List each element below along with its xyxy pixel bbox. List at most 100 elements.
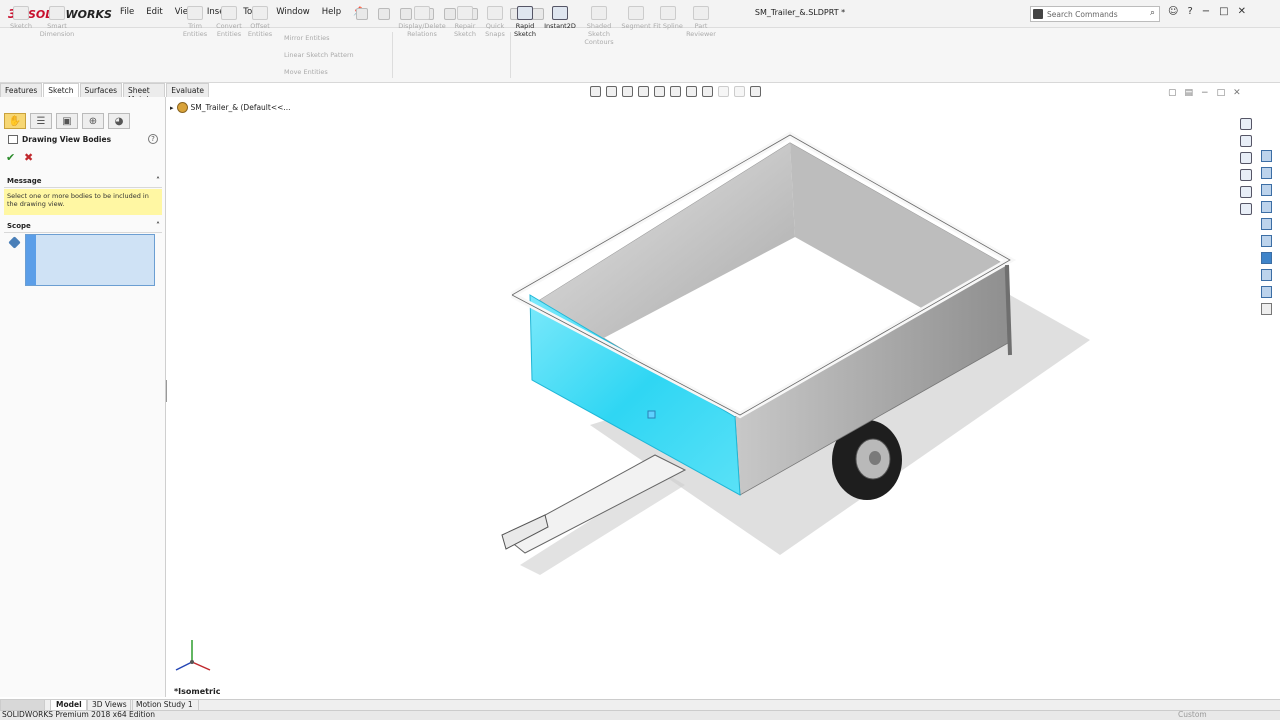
- appearances-icon[interactable]: [1240, 186, 1252, 198]
- instant2d-icon: [552, 6, 568, 20]
- display-style-icon[interactable]: [686, 86, 697, 97]
- display-delete-relations-button[interactable]: Display/Delete Relations: [396, 6, 448, 38]
- hide-show-items-icon[interactable]: [702, 86, 713, 97]
- document-title: SM_Trailer_&.SLDPRT *: [754, 8, 846, 17]
- message-group-header[interactable]: Message ˄: [4, 176, 162, 188]
- previous-view-icon[interactable]: [622, 86, 633, 97]
- part-reviewer-icon: [693, 6, 709, 20]
- view-orientation-icon[interactable]: [670, 86, 681, 97]
- configuration-manager-tab-icon[interactable]: ▣: [56, 113, 78, 129]
- top-view-icon[interactable]: [1261, 218, 1272, 230]
- restore-icon[interactable]: □: [1219, 6, 1228, 17]
- apply-scene-icon[interactable]: [734, 86, 745, 97]
- linear-sketch-pattern-button[interactable]: Linear Sketch Pattern: [284, 51, 354, 59]
- flyout-feature-tree[interactable]: ▸ SM_Trailer_& (Default<<...: [170, 102, 291, 113]
- left-view-icon[interactable]: [1261, 184, 1272, 196]
- front-view-icon[interactable]: [1261, 150, 1272, 162]
- tab-evaluate[interactable]: Evaluate: [166, 83, 209, 97]
- tab-surfaces[interactable]: Surfaces: [79, 83, 123, 97]
- fit-spline-icon: [660, 6, 676, 20]
- search-commands-input[interactable]: Search Commands ⌕: [1030, 6, 1160, 22]
- viewport-controls: ▢ ▤ − □ ✕: [1168, 88, 1241, 98]
- menu-window[interactable]: Window: [276, 7, 310, 17]
- section-view-icon[interactable]: [638, 86, 649, 97]
- edit-appearance-icon[interactable]: [718, 86, 729, 97]
- smart-dimension-button[interactable]: Smart Dimension: [38, 6, 76, 38]
- file-explorer-icon[interactable]: [1240, 152, 1252, 164]
- menu-help[interactable]: Help: [322, 7, 341, 17]
- tab-features[interactable]: Features: [0, 83, 43, 97]
- heads-up-view-toolbar: [590, 86, 761, 97]
- tab-sheet-metal[interactable]: Sheet Metal: [123, 83, 166, 104]
- segment-icon: [628, 6, 644, 20]
- menu-edit[interactable]: Edit: [146, 7, 162, 17]
- tile-icon[interactable]: ▢: [1168, 88, 1177, 98]
- back-view-icon[interactable]: [1261, 167, 1272, 179]
- view-orientation-label: *Isometric: [174, 687, 221, 696]
- pin-view-icon[interactable]: [1261, 303, 1272, 315]
- offset-entities-button[interactable]: Offset Entities: [241, 6, 279, 38]
- view-settings-icon[interactable]: [750, 86, 761, 97]
- zoom-to-fit-icon[interactable]: [590, 86, 601, 97]
- collapse-chevron-icon[interactable]: ˄: [156, 221, 160, 230]
- pm-help-icon[interactable]: ?: [148, 134, 158, 144]
- solidworks-resources-icon[interactable]: [1240, 118, 1252, 130]
- unit-system-menu[interactable]: Custom: [1178, 710, 1207, 720]
- message-box: Select one or more bodies to be included…: [4, 189, 162, 215]
- dimxpert-tab-icon[interactable]: ⊕: [82, 113, 104, 129]
- minimize-icon[interactable]: −: [1202, 6, 1210, 17]
- move-entities-button[interactable]: Move Entities: [284, 68, 328, 76]
- ok-checkmark-button[interactable]: ✔: [6, 151, 15, 164]
- sketch-tool-button[interactable]: Sketch: [2, 6, 40, 30]
- search-type-icon[interactable]: [1033, 9, 1043, 19]
- viewport-close-icon[interactable]: ✕: [1233, 88, 1241, 98]
- part-reviewer-button[interactable]: Part Reviewer: [682, 6, 720, 38]
- rapid-sketch-button[interactable]: Rapid Sketch: [506, 6, 544, 38]
- dynamic-annotation-icon[interactable]: [654, 86, 665, 97]
- home-icon[interactable]: [356, 8, 368, 20]
- right-view-icon[interactable]: [1261, 201, 1272, 213]
- repair-sketch-icon: [457, 6, 473, 20]
- shaded-sketch-contours-button[interactable]: Shaded Sketch Contours: [580, 6, 618, 46]
- bodies-selection-box[interactable]: [25, 234, 155, 286]
- bottom-view-icon[interactable]: [1261, 235, 1272, 247]
- close-icon[interactable]: ✕: [1238, 6, 1246, 17]
- new-document-icon[interactable]: [378, 8, 390, 20]
- trimetric-view-icon[interactable]: [1261, 269, 1272, 281]
- cancel-x-button[interactable]: ✖: [24, 151, 33, 164]
- help-icon[interactable]: ?: [1187, 6, 1192, 17]
- viewport-minimize-icon[interactable]: −: [1201, 88, 1209, 98]
- model-tabs-bar: Model 3D Views Motion Study 1: [0, 699, 1280, 711]
- dimetric-view-icon[interactable]: [1261, 286, 1272, 298]
- toolbar-separator: [510, 32, 511, 78]
- feature-manager-tab-icon[interactable]: ☰: [30, 113, 52, 129]
- manager-pane-tabs: ✋ ☰ ▣ ⊕ ◕: [4, 113, 130, 129]
- drawing-view-icon: [8, 135, 18, 144]
- custom-properties-icon[interactable]: [1240, 203, 1252, 215]
- window-controls: ☺ ? − □ ✕: [1168, 6, 1246, 17]
- design-library-icon[interactable]: [1240, 135, 1252, 147]
- command-manager-tabs: Features Sketch Surfaces Sheet Metal Eva…: [0, 83, 210, 104]
- search-icon[interactable]: ⌕: [1150, 8, 1155, 18]
- user-icon[interactable]: ☺: [1168, 6, 1178, 17]
- trailer-model[interactable]: [480, 125, 1120, 585]
- mirror-entities-button[interactable]: Mirror Entities: [284, 34, 330, 42]
- zoom-to-area-icon[interactable]: [606, 86, 617, 97]
- sketch-icon: [13, 6, 29, 20]
- isometric-view-icon[interactable]: [1261, 252, 1272, 264]
- split-icon[interactable]: ▤: [1185, 88, 1194, 98]
- part-icon: [176, 102, 188, 113]
- scope-group-header[interactable]: Scope ˄: [4, 221, 162, 233]
- collapse-chevron-icon[interactable]: ˄: [156, 176, 160, 185]
- trim-entities-button[interactable]: Trim Entities: [176, 6, 214, 38]
- display-manager-tab-icon[interactable]: ◕: [108, 113, 130, 129]
- toolbar-separator: [392, 32, 393, 78]
- view-palette-icon[interactable]: [1240, 169, 1252, 181]
- instant2d-button[interactable]: Instant2D: [541, 6, 579, 30]
- menu-file[interactable]: File: [120, 7, 134, 17]
- expand-arrow-icon[interactable]: ▸: [170, 104, 174, 112]
- property-manager-tab-icon[interactable]: ✋: [4, 113, 26, 129]
- tab-sketch[interactable]: Sketch: [43, 83, 79, 97]
- property-manager-title: Drawing View Bodies: [8, 135, 111, 144]
- viewport-restore-icon[interactable]: □: [1217, 88, 1226, 98]
